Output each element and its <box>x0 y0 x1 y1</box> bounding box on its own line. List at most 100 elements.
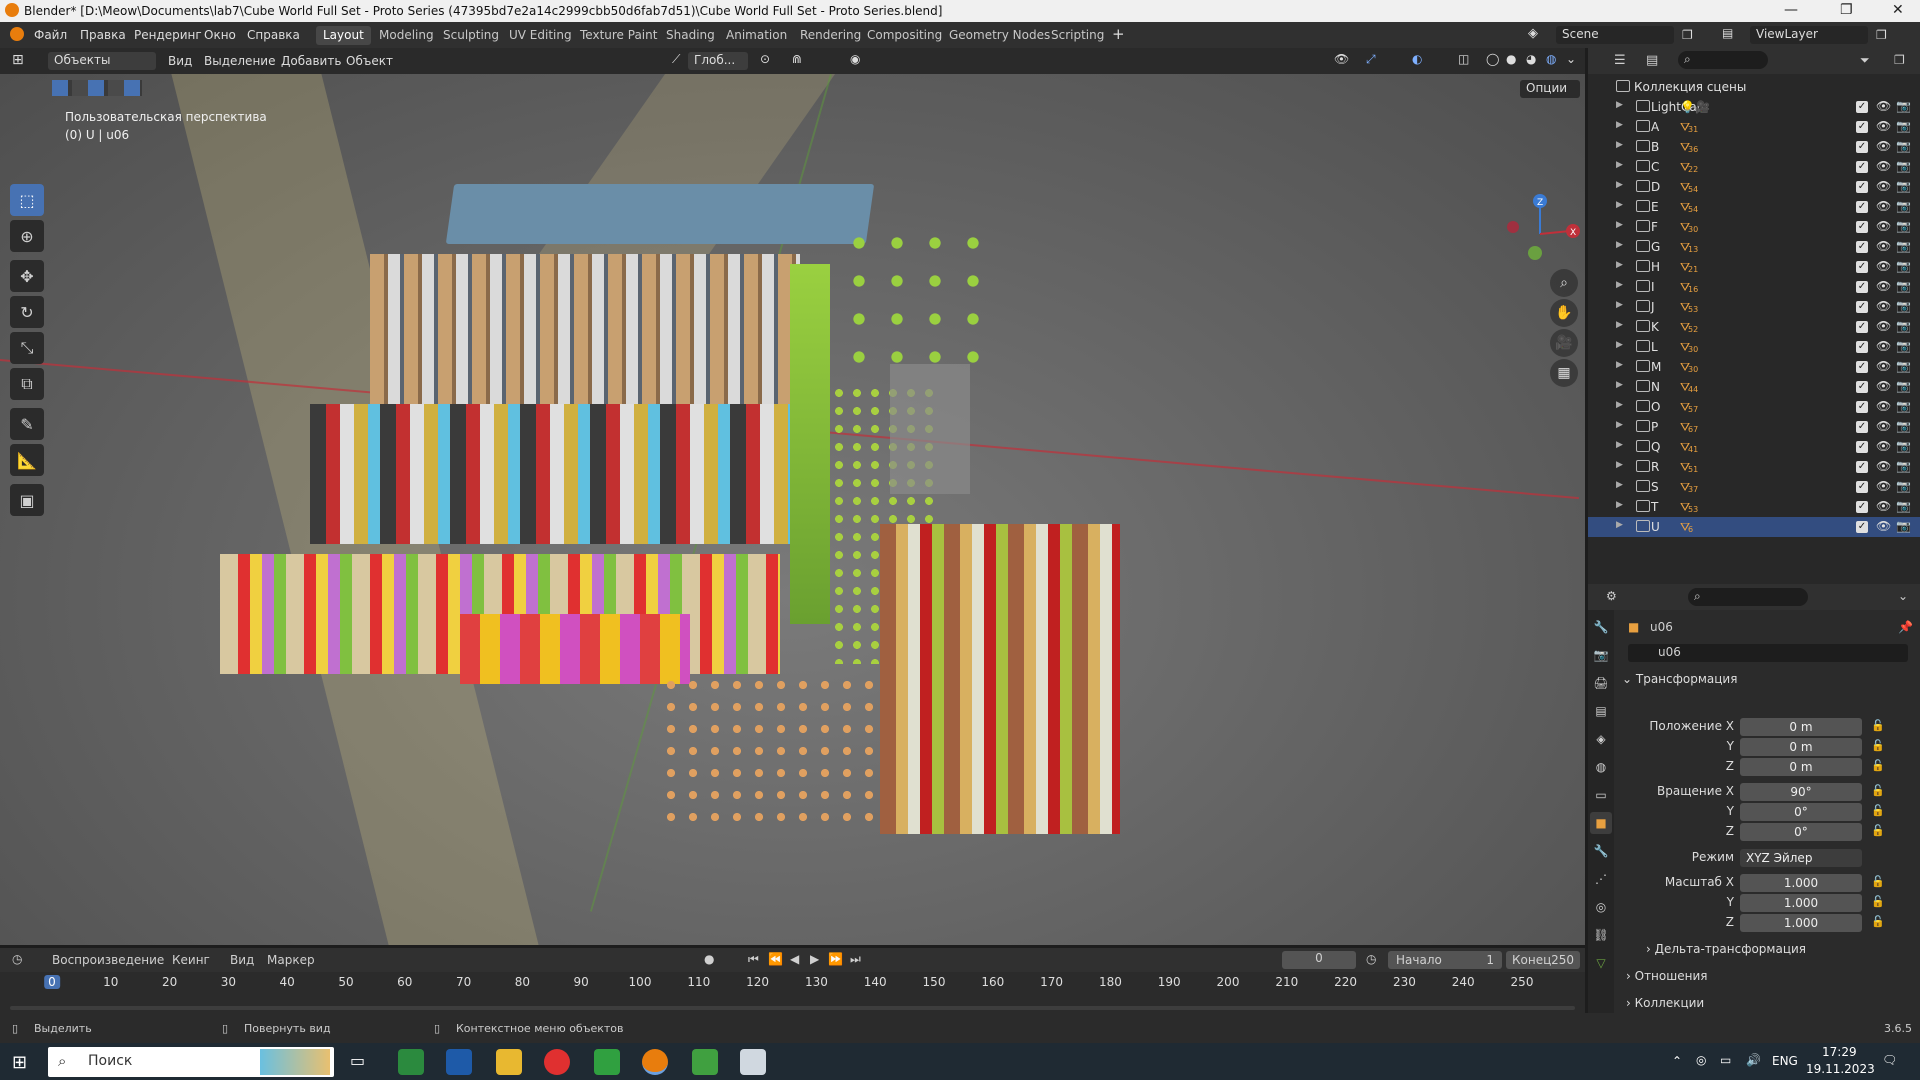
jump-start-icon[interactable]: ⏮ <box>748 952 759 967</box>
eye-icon[interactable]: 👁 <box>1876 99 1891 113</box>
exclude-checkbox[interactable]: ✓ <box>1856 481 1868 493</box>
tray-app-icon[interactable]: ◎ <box>1696 1053 1706 1067</box>
exclude-checkbox[interactable]: ✓ <box>1856 221 1868 233</box>
exclude-checkbox[interactable]: ✓ <box>1856 281 1868 293</box>
select-box-tool[interactable]: ⬚ <box>10 184 44 216</box>
render-camera-icon[interactable]: 📷 <box>1896 219 1911 233</box>
menu-help[interactable]: Справка <box>247 28 300 42</box>
display-mode-icon[interactable]: ▤ <box>1646 53 1658 68</box>
expand-arrow-icon[interactable]: ▶ <box>1616 100 1623 110</box>
outliner-row[interactable]: ▶ C ⛛ ✓ 👁 📷 22 <box>1588 157 1920 177</box>
menu-edit[interactable]: Правка <box>80 28 126 42</box>
selection-mode-buttons[interactable] <box>52 80 142 96</box>
restore-icon[interactable]: ❐ <box>1840 2 1853 18</box>
outliner-row[interactable]: ▶ D ⛛ ✓ 👁 📷 54 <box>1588 177 1920 197</box>
eye-icon[interactable]: 👁 <box>1876 259 1891 273</box>
outliner-row[interactable]: ▶ LightCam 💡🎥 ✓ 👁 📷 <box>1588 97 1920 117</box>
play-reverse-icon[interactable]: ◀ <box>790 952 799 966</box>
expand-arrow-icon[interactable]: ▶ <box>1616 480 1623 490</box>
task-view-icon[interactable]: ▭ <box>350 1051 365 1070</box>
rotate-tool[interactable]: ↻ <box>10 296 44 328</box>
delta-transform-header[interactable]: › Дельта-трансформация <box>1646 942 1920 962</box>
view-layer-selector[interactable]: ViewLayer <box>1750 26 1868 44</box>
tab-geometry-nodes[interactable]: Geometry Nodes <box>942 26 1057 45</box>
xray-icon[interactable]: ◫ <box>1458 52 1469 66</box>
tab-uv-editing[interactable]: UV Editing <box>502 26 579 45</box>
location-z-field[interactable]: 0 m <box>1740 758 1862 776</box>
pin-icon[interactable]: 📌 <box>1898 620 1913 634</box>
rotation-x-field[interactable]: 90° <box>1740 783 1862 801</box>
data-tab-icon[interactable]: ▽ <box>1590 952 1612 974</box>
expand-arrow-icon[interactable]: ▶ <box>1616 280 1623 290</box>
exclude-checkbox[interactable]: ✓ <box>1856 401 1868 413</box>
output-tab-icon[interactable]: 🖨 <box>1590 672 1612 694</box>
render-camera-icon[interactable]: 📷 <box>1896 479 1911 493</box>
playback-menu[interactable]: Воспроизведение <box>52 953 164 967</box>
menu-object[interactable]: Объект <box>346 54 393 68</box>
shading-options-icon[interactable]: ⌄ <box>1566 52 1576 66</box>
eye-icon[interactable]: 👁 <box>1876 459 1891 473</box>
qt-creator-icon[interactable] <box>594 1049 620 1075</box>
scale-tool[interactable]: ⤡ <box>10 332 44 364</box>
menu-render[interactable]: Рендеринг <box>134 28 202 42</box>
expand-arrow-icon[interactable]: ▶ <box>1616 160 1623 170</box>
rotation-y-field[interactable]: 0° <box>1740 803 1862 821</box>
taskbar-search-input[interactable]: ⌕ Поиск <box>48 1047 334 1077</box>
clock-time[interactable]: 17:29 <box>1822 1045 1857 1059</box>
render-camera-icon[interactable]: 📷 <box>1896 279 1911 293</box>
tab-sculpting[interactable]: Sculpting <box>436 26 506 45</box>
render-camera-icon[interactable]: 📷 <box>1896 339 1911 353</box>
asset-grid[interactable] <box>190 184 1290 904</box>
windows-start-icon[interactable]: ⊞ <box>12 1052 27 1073</box>
outliner-row[interactable]: ▶ F ⛛ ✓ 👁 📷 30 <box>1588 217 1920 237</box>
notepad-app-icon[interactable] <box>692 1049 718 1075</box>
menu-select[interactable]: Выделение <box>204 54 275 68</box>
eye-icon[interactable]: 👁 <box>1876 279 1891 293</box>
eye-icon[interactable]: 👁 <box>1876 119 1891 133</box>
expand-arrow-icon[interactable]: ▶ <box>1616 300 1623 310</box>
outliner-editor-icon[interactable]: ☰ <box>1614 53 1626 68</box>
render-camera-icon[interactable]: 📷 <box>1896 259 1911 273</box>
expand-arrow-icon[interactable]: ▶ <box>1616 260 1623 270</box>
exclude-checkbox[interactable]: ✓ <box>1856 201 1868 213</box>
start-frame-field[interactable]: Начало 1 <box>1388 951 1502 969</box>
expand-arrow-icon[interactable]: ▶ <box>1616 340 1623 350</box>
eye-icon[interactable]: 👁 <box>1876 239 1891 253</box>
eye-icon[interactable]: 👁 <box>1876 479 1891 493</box>
mode-selector[interactable]: Объекты <box>48 52 156 70</box>
gizmo-toggle-icon[interactable]: ⤢ <box>1366 52 1376 67</box>
outliner-row[interactable]: ▶ L ⛛ ✓ 👁 📷 30 <box>1588 337 1920 357</box>
expand-arrow-icon[interactable]: ▶ <box>1616 200 1623 210</box>
navigation-gizmo[interactable]: Z X <box>1495 189 1585 279</box>
expand-arrow-icon[interactable]: ▶ <box>1616 500 1623 510</box>
transform-tool[interactable]: ⧉ <box>10 368 44 400</box>
menu-add[interactable]: Добавить <box>281 54 341 68</box>
keying-menu[interactable]: Кеинг <box>172 953 210 967</box>
relations-header[interactable]: › Отношения <box>1626 969 1920 989</box>
expand-arrow-icon[interactable]: ▶ <box>1616 180 1623 190</box>
eye-icon[interactable]: 👁 <box>1876 499 1891 513</box>
pan-hand-icon[interactable]: ✋ <box>1550 299 1578 327</box>
eye-icon[interactable]: 👁 <box>1876 519 1891 533</box>
tool-tab-icon[interactable]: 🔧 <box>1590 616 1612 638</box>
tray-overflow-icon[interactable]: ⌃ <box>1672 1054 1682 1068</box>
render-camera-icon[interactable]: 📷 <box>1896 359 1911 373</box>
outliner-row[interactable]: ▶ M ⛛ ✓ 👁 📷 30 <box>1588 357 1920 377</box>
annotate-tool[interactable]: ✎ <box>10 408 44 440</box>
outliner-row[interactable]: ▶ E ⛛ ✓ 👁 📷 54 <box>1588 197 1920 217</box>
wall-blocks-row[interactable] <box>445 184 875 244</box>
menu-window[interactable]: Окно <box>204 28 236 42</box>
lock-icon[interactable]: 🔓 <box>1871 875 1885 888</box>
exclude-checkbox[interactable]: ✓ <box>1856 501 1868 513</box>
zoom-icon[interactable]: ⌕ <box>1550 269 1578 297</box>
exclude-checkbox[interactable]: ✓ <box>1856 381 1868 393</box>
snap-icon[interactable]: ⋒ <box>792 52 802 66</box>
gizmo-y-axis[interactable] <box>1528 246 1542 260</box>
marker-menu[interactable]: Маркер <box>267 953 315 967</box>
lock-icon[interactable]: 🔓 <box>1871 895 1885 908</box>
furniture-cluster[interactable] <box>880 524 1120 834</box>
outliner-row[interactable]: ▶ P ⛛ ✓ 👁 📷 67 <box>1588 417 1920 437</box>
editor-type-icon[interactable]: ⊞ <box>12 52 24 68</box>
render-tab-icon[interactable]: 📷 <box>1590 644 1612 666</box>
gift-boxes[interactable] <box>460 614 690 684</box>
